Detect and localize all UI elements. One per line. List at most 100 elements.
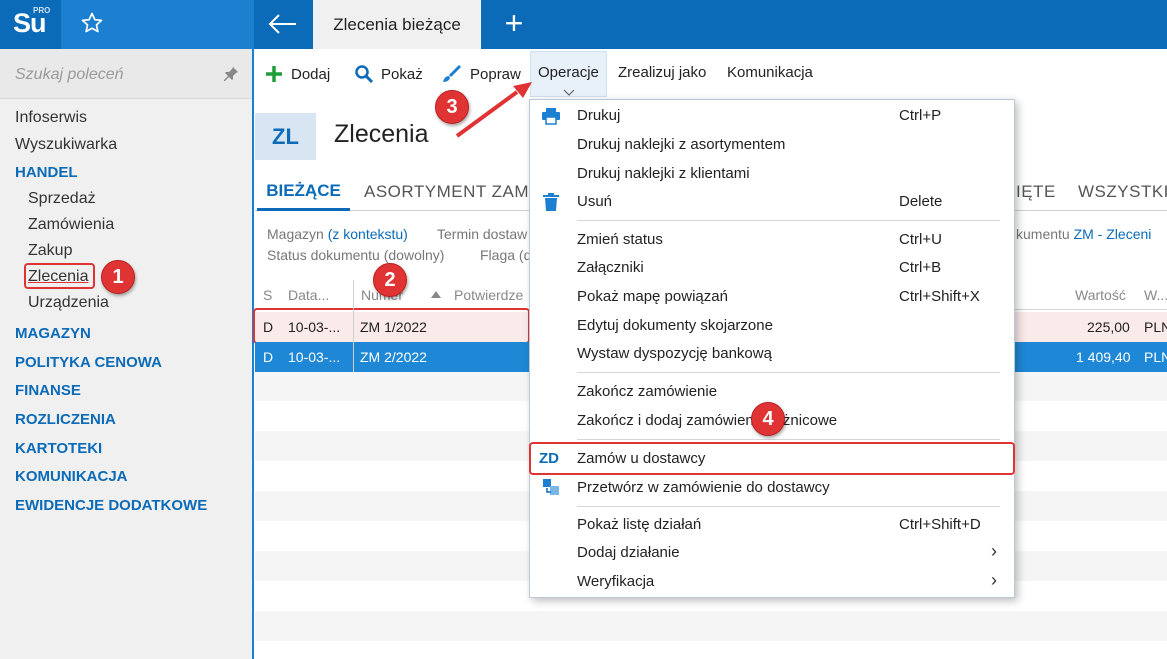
filter-dokument-label: kumentu: [1016, 226, 1070, 242]
col-data[interactable]: Data...: [288, 287, 329, 303]
menu-item-edit-linked-docs[interactable]: Edytuj dokumenty skojarzone: [577, 317, 773, 334]
add-button-label: Dodaj: [291, 65, 331, 83]
menu-item-delete[interactable]: Usuń: [577, 193, 612, 210]
filter-dokument-value[interactable]: ZM - Zleceni: [1074, 226, 1152, 242]
cell-wartosc: 1 409,40: [1076, 349, 1131, 365]
col-s[interactable]: S: [263, 287, 272, 303]
filter-dokument[interactable]: kumentu ZM - Zleceni: [1016, 226, 1151, 242]
communication-button[interactable]: Komunikacja: [727, 64, 813, 81]
sidebar-section-kartoteki[interactable]: KARTOTEKI: [15, 440, 102, 457]
realize-as-button[interactable]: Zrealizuj jako: [618, 64, 706, 81]
search-placeholder: Szukaj poleceń: [15, 66, 124, 83]
logo-sup: PRO: [33, 6, 51, 15]
filter-magazyn-value[interactable]: (z kontekstu): [328, 226, 408, 242]
filter-status[interactable]: Status dokumentu (dowolny): [267, 247, 444, 263]
shortcut-print: Ctrl+P: [899, 107, 942, 124]
filter-termin[interactable]: Termin dostaw: [437, 226, 527, 242]
submenu-arrow-icon: ›: [991, 541, 997, 561]
page-title: Zlecenia: [334, 120, 429, 148]
printer-icon: [542, 108, 560, 125]
shortcut-show-actions: Ctrl+Shift+D: [899, 516, 981, 533]
sidebar-section-finanse[interactable]: FINANSE: [15, 382, 81, 399]
tab-partial[interactable]: IĘTE: [1016, 182, 1056, 202]
callout-4: 4: [751, 402, 785, 436]
submenu-arrow-icon: ›: [991, 570, 997, 590]
cell-wartosc: 225,00: [1087, 319, 1130, 335]
filter-flaga[interactable]: Flaga (d: [480, 247, 531, 263]
menu-item-print-labels-assortment[interactable]: Drukuj naklejki z asortymentem: [577, 136, 785, 153]
callout-3: 3: [435, 90, 469, 124]
tab-asortyment[interactable]: ASORTYMENT ZAMÓ: [364, 182, 543, 202]
tab-biezace[interactable]: BIEŻĄCE: [257, 173, 350, 211]
back-arrow-icon[interactable]: [266, 12, 298, 36]
shortcut-relations-map: Ctrl+Shift+X: [899, 288, 980, 305]
operations-menu-button[interactable]: Operacje: [538, 64, 599, 81]
filter-magazyn[interactable]: Magazyn (z kontekstu): [267, 226, 408, 242]
menu-item-relations-map[interactable]: Pokaż mapę powiązań: [577, 288, 728, 305]
sidebar-section-magazyn[interactable]: MAGAZYN: [15, 325, 91, 342]
cell-numer: ZM 2/2022: [360, 349, 427, 365]
communication-label: Komunikacja: [727, 64, 813, 81]
sidebar-item-urzadzenia[interactable]: Urządzenia: [28, 294, 109, 312]
tab-zlecenia-biezace[interactable]: Zlecenia bieżące: [313, 0, 481, 49]
sidebar-section-rozliczenia[interactable]: ROZLICZENIA: [15, 411, 116, 428]
menu-separator: [577, 372, 1000, 373]
cell-data: 10-03-...: [288, 349, 341, 365]
highlight-order-from-supplier: [529, 442, 1015, 475]
menu-item-print[interactable]: Drukuj: [577, 107, 620, 124]
menu-item-attachments[interactable]: Załączniki: [577, 259, 644, 276]
highlight-row-1: [253, 308, 530, 344]
show-button[interactable]: Pokaż: [354, 64, 423, 84]
sidebar-section-handel[interactable]: HANDEL: [15, 164, 78, 181]
plus-icon: [266, 66, 282, 82]
show-button-label: Pokaż: [381, 65, 423, 83]
col-wartosc[interactable]: Wartość: [1075, 287, 1126, 303]
menu-item-print-labels-clients[interactable]: Drukuj naklejki z klientami: [577, 165, 750, 182]
sidebar-item-zamowienia[interactable]: Zamówienia: [28, 216, 114, 234]
cell-s: D: [263, 349, 274, 365]
cell-waluta: PLN: [1144, 319, 1167, 335]
pin-icon[interactable]: [223, 66, 239, 82]
menu-item-add-action[interactable]: Dodaj działanie: [577, 544, 680, 561]
menu-item-bank-order[interactable]: Wystaw dyspozycję bankową: [577, 345, 772, 362]
sidebar-item-infoserwis[interactable]: Infoserwis: [15, 109, 87, 127]
sidebar-item-sprzedaz[interactable]: Sprzedaż: [28, 190, 96, 208]
sidebar-item-wyszukiwarka[interactable]: Wyszukiwarka: [15, 136, 117, 154]
filter-magazyn-label: Magazyn: [267, 226, 324, 242]
sidebar-section-ewidencje[interactable]: EWIDENCJE DODATKOWE: [15, 497, 207, 514]
sort-asc-icon: [431, 291, 441, 298]
tab-wszystkie[interactable]: WSZYSTKIE: [1078, 182, 1167, 202]
magnifier-icon: [355, 65, 374, 84]
column-divider: [353, 280, 354, 372]
callout-1: 1: [101, 260, 135, 294]
menu-separator: [577, 220, 1000, 221]
menu-item-verification[interactable]: Weryfikacja: [577, 573, 654, 590]
add-button[interactable]: Dodaj: [264, 64, 330, 84]
callout-2: 2: [373, 263, 407, 297]
menu-item-finish-order[interactable]: Zakończ zamówienie: [577, 383, 717, 400]
menu-separator: [577, 439, 1000, 440]
sidebar-section-polityka-cenowa[interactable]: POLITYKA CENOWA: [15, 354, 162, 371]
realize-as-label: Zrealizuj jako: [618, 64, 707, 81]
menu-item-finish-add-diff[interactable]: Zakończ i dodaj zamówienie różnicowe: [577, 412, 837, 429]
sidebar-item-zakup[interactable]: Zakup: [28, 242, 72, 260]
menu-separator: [577, 506, 1000, 507]
shortcut-change-status: Ctrl+U: [899, 231, 942, 248]
menu-item-change-status[interactable]: Zmień status: [577, 231, 663, 248]
highlight-zlecenia: [24, 263, 95, 289]
menu-item-show-actions[interactable]: Pokaż listę działań: [577, 516, 701, 533]
operations-label: Operacje: [538, 64, 599, 81]
module-badge: ZL: [255, 113, 316, 160]
shortcut-attachments: Ctrl+B: [899, 259, 942, 276]
grid-empty-row: [255, 611, 1167, 641]
cell-waluta: PLN: [1144, 349, 1167, 365]
trash-icon: [543, 193, 559, 211]
add-tab-icon[interactable]: +: [500, 7, 528, 39]
col-waluta[interactable]: W...: [1144, 287, 1167, 303]
menu-item-convert-to-supplier-order[interactable]: Przetwórz w zamówienie do dostawcy: [577, 479, 830, 496]
app-logo[interactable]: Su PRO: [0, 0, 61, 49]
col-potwierdzenie[interactable]: Potwierdze: [454, 287, 523, 303]
chevron-down-icon: [563, 89, 575, 96]
sidebar-section-komunikacja[interactable]: KOMUNIKACJA: [15, 468, 128, 485]
star-icon[interactable]: [80, 11, 104, 35]
